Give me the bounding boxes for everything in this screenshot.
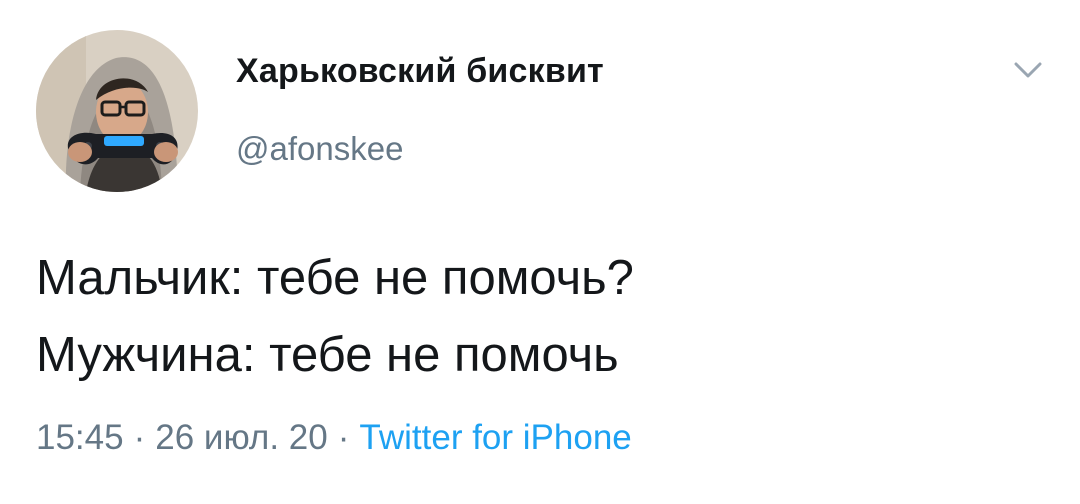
meta-separator: · [337, 418, 350, 457]
tweet-text: Мальчик: тебе не помочь? Мужчина: тебе н… [36, 240, 634, 394]
author-display-name[interactable]: Харьковский бисквит [236, 52, 604, 91]
tweet-card: Харьковский бисквит @afonskee Мальчик: т… [0, 0, 1080, 504]
tweet-time[interactable]: 15:45 [36, 418, 124, 457]
tweet-text-line: Мужчина: тебе не помочь [36, 328, 619, 382]
author-handle[interactable]: @afonskee [236, 130, 403, 168]
meta-separator: · [133, 418, 146, 457]
chevron-down-icon [1014, 62, 1042, 78]
tweet-menu-button[interactable] [1008, 56, 1048, 86]
tweet-source-link[interactable]: Twitter for iPhone [359, 418, 631, 457]
tweet-text-line: Мальчик: тебе не помочь? [36, 251, 634, 305]
profile-photo-icon [36, 30, 198, 192]
tweet-meta: 15:45 · 26 июл. 20 · Twitter for iPhone [36, 418, 632, 458]
tweet-date[interactable]: 26 июл. 20 [155, 418, 328, 457]
avatar[interactable] [36, 30, 198, 192]
